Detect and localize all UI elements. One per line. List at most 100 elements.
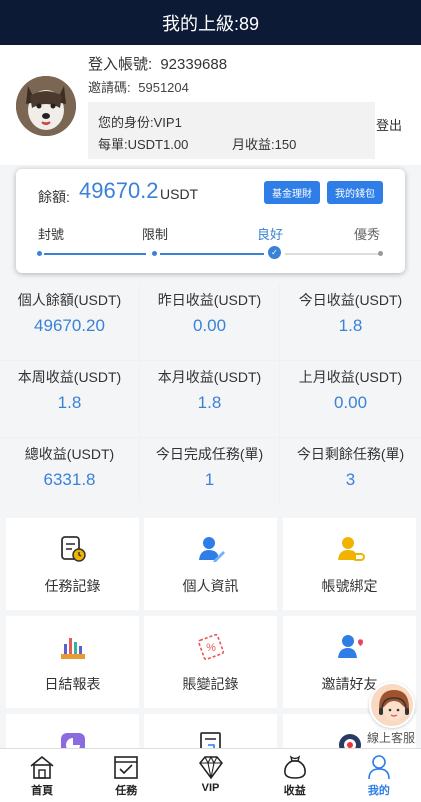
tab-vip[interactable]: VIP xyxy=(168,749,252,802)
order-amount: 每單:USDT1.00 xyxy=(98,137,189,152)
tab-income[interactable]: 收益 xyxy=(253,749,337,802)
invite-line: 邀請碼: 5951204 xyxy=(88,77,189,96)
menu-item-7[interactable] xyxy=(6,714,139,748)
monthly-income: 月收益:150 xyxy=(232,137,297,152)
stat-label: 今日剩餘任務(單) xyxy=(296,446,405,462)
logout-button[interactable]: 登出 xyxy=(376,115,402,134)
money-bag-icon xyxy=(283,755,306,779)
stat-last-month: 上月收益(USDT) 0.00 xyxy=(280,361,421,438)
stat-value: 49670.20 xyxy=(34,316,105,335)
user-link-icon xyxy=(337,537,365,561)
tab-mine[interactable]: 我的 xyxy=(337,749,421,802)
level-current-check-icon: ✓ xyxy=(268,246,281,259)
stat-label: 總收益(USDT) xyxy=(24,446,115,462)
stat-today: 今日收益(USDT) 1.8 xyxy=(280,284,421,361)
menu-account-binding[interactable]: 帳號綁定 xyxy=(283,518,416,610)
stat-value: 6331.8 xyxy=(43,470,96,489)
page-header: 我的上級:89 xyxy=(0,0,421,45)
badge-icon xyxy=(338,734,361,748)
stat-value: 1 xyxy=(204,470,215,489)
menu-daily-report[interactable]: 日結報表 xyxy=(6,616,139,708)
stat-label: 本月收益(USDT) xyxy=(157,369,262,385)
menu-task-record[interactable]: 任務記錄 xyxy=(6,518,139,610)
stat-value: 1.8 xyxy=(57,393,82,412)
tab-label: 任務 xyxy=(115,785,138,797)
balance-card: 餘額: 49670.2 USDT 基金理財 我的錢包 封號 限制 良好 優秀 ✓ xyxy=(16,169,405,273)
menu-label: 日結報表 xyxy=(44,676,101,692)
stat-yesterday: 昨日收益(USDT) 0.00 xyxy=(140,284,280,361)
stat-value: 3 xyxy=(345,470,356,489)
stat-personal-balance: 個人餘額(USDT) 49670.20 xyxy=(0,284,140,361)
level-track-3 xyxy=(285,253,381,255)
tab-label: 收益 xyxy=(283,785,306,797)
task-record-icon xyxy=(60,536,86,562)
tab-task[interactable]: 任務 xyxy=(84,749,168,802)
menu-label: 賬變記錄 xyxy=(182,676,239,692)
customer-service-button[interactable]: 線上客服 xyxy=(367,682,421,746)
user-icon xyxy=(368,755,390,780)
stat-label: 今日收益(USDT) xyxy=(298,292,403,308)
invite-label: 邀請碼: xyxy=(88,80,131,95)
level-good: 良好 xyxy=(257,227,284,242)
balance-label: 餘額: xyxy=(38,189,70,205)
customer-service-avatar xyxy=(369,682,415,728)
bar-chart-icon xyxy=(60,638,85,659)
stat-value: 0.00 xyxy=(333,393,368,412)
menu-label: 帳號綁定 xyxy=(321,578,378,594)
home-icon xyxy=(30,755,54,779)
account-label: 登入帳號: xyxy=(88,56,153,73)
user-heart-icon xyxy=(337,635,363,658)
page-title: 我的上級:89 xyxy=(161,13,260,34)
tab-label: 首頁 xyxy=(31,785,54,797)
stat-this-week: 本周收益(USDT) 1.8 xyxy=(0,361,140,438)
tab-label: VIP xyxy=(201,782,220,794)
level-track-2 xyxy=(160,253,264,255)
level-banned: 封號 xyxy=(38,227,65,242)
stat-label: 昨日收益(USDT) xyxy=(157,292,262,308)
level-excellent: 優秀 xyxy=(354,227,381,242)
menu-label: 個人資訊 xyxy=(182,578,239,594)
identity-text: 您的身份:VIP1 xyxy=(98,115,182,130)
identity-box: 您的身份:VIP1 每單:USDT1.00 月收益:150 xyxy=(88,102,375,159)
diamond-icon xyxy=(198,755,223,780)
menu-personal-info[interactable]: 個人資訊 xyxy=(144,518,277,610)
stat-label: 上月收益(USDT) xyxy=(298,369,403,385)
stat-this-month: 本月收益(USDT) 1.8 xyxy=(140,361,280,438)
account-line: 登入帳號: 92339688 xyxy=(88,53,227,74)
balance-unit: USDT xyxy=(160,186,199,202)
bottom-tab-bar: 首頁 任務 VIP 收益 我的 xyxy=(0,748,421,802)
avatar[interactable] xyxy=(16,76,76,136)
account-value: 92339688 xyxy=(160,56,228,73)
wallet-button[interactable]: 我的錢包 xyxy=(327,181,383,204)
stat-value: 0.00 xyxy=(192,316,227,335)
tab-home[interactable]: 首頁 xyxy=(0,749,84,802)
balance-value: 49670.2 xyxy=(79,178,159,203)
level-dot-4 xyxy=(378,251,383,256)
stat-label: 本周收益(USDT) xyxy=(17,369,122,385)
user-edit-icon xyxy=(198,537,225,562)
tab-label: 我的 xyxy=(367,785,390,797)
task-icon xyxy=(114,756,139,779)
customer-service-label: 線上客服 xyxy=(367,731,416,745)
stat-value: 1.8 xyxy=(197,393,222,412)
stat-label: 今日完成任務(單) xyxy=(155,446,264,462)
level-dot-2 xyxy=(152,251,157,256)
menu-label: 任務記錄 xyxy=(44,578,101,594)
profile-section: 登入帳號: 92339688 邀請碼: 5951204 您的身份:VIP1 每單… xyxy=(0,45,421,165)
menu-grid: 任務記錄 個人資訊 帳號綁定 日結報表 % 賬變記錄 邀請好友 xyxy=(0,503,421,748)
level-limited: 限制 xyxy=(142,227,169,242)
menu-item-8[interactable] xyxy=(144,714,277,748)
fund-button[interactable]: 基金理財 xyxy=(264,181,320,204)
level-track-1 xyxy=(44,253,146,255)
invite-value: 5951204 xyxy=(138,80,189,95)
stat-label: 個人餘額(USDT) xyxy=(17,292,122,308)
document-icon xyxy=(199,732,221,748)
stat-value: 1.8 xyxy=(338,316,363,335)
headset-agent-icon xyxy=(379,690,409,721)
percent-tag-icon: % xyxy=(197,633,224,661)
svg-text:%: % xyxy=(206,642,216,654)
dog-avatar-icon xyxy=(16,76,76,136)
menu-balance-record[interactable]: % 賬變記錄 xyxy=(144,616,277,708)
level-dot-1 xyxy=(37,251,42,256)
pie-chart-icon xyxy=(60,733,85,748)
